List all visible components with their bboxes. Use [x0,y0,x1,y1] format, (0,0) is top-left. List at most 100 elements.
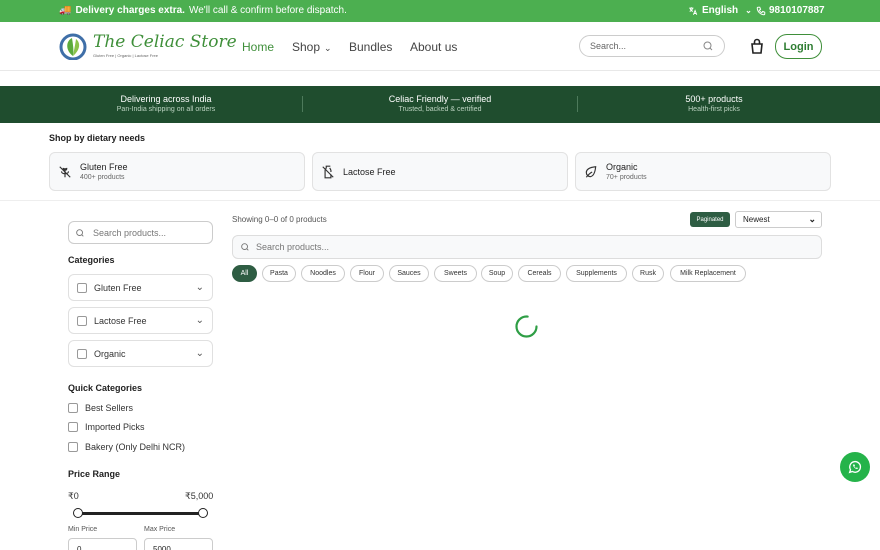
price-range-title: Price Range [68,469,121,479]
band-subtitle: Trusted, backed & certified [398,106,482,113]
language-selector[interactable]: English ⌄ [688,5,752,16]
search-icon[interactable] [702,40,714,52]
section-divider [0,200,880,201]
chevron-down-icon: ⌄ [324,43,332,53]
search-icon [76,228,84,237]
category-checkbox[interactable] [77,315,87,326]
leaf-icon [585,165,597,178]
quick-label: Best Sellers [85,403,134,413]
category-checkbox[interactable] [77,282,87,293]
milk-off-icon [322,165,334,178]
diet-name: Gluten Free [80,162,128,172]
quick-checkbox[interactable] [68,442,78,452]
shopping-bag-icon[interactable] [750,38,764,54]
nav-bundles[interactable]: Bundles [349,40,392,54]
price-max-label: ₹5,000 [185,491,214,501]
nav-shop-label: Shop [292,40,321,54]
header-search-placeholder: Search... [590,41,627,51]
max-price-label: Max Price [144,526,176,533]
delivery-notice: 🚚 Delivery charges extra. We'll call & c… [59,5,347,16]
sort-select[interactable]: Newest ⌄ [735,211,822,228]
price-slider-max-handle[interactable] [198,508,208,518]
diet-card-gluten-free[interactable]: Gluten Free 400+ products [49,152,305,191]
chip-all[interactable]: All [232,265,257,282]
chevron-down-icon: ⌄ [745,6,752,15]
min-price-label: Min Price [68,526,98,533]
announcement-bar: 🚚 Delivery charges extra. We'll call & c… [0,0,880,22]
chevron-down-icon[interactable]: ⌄ [196,315,204,326]
product-search-input[interactable]: Search products... [232,235,822,259]
search-icon [241,243,249,251]
chip-pasta[interactable]: Pasta [262,265,296,282]
diet-card-lactose-free[interactable]: Lactose Free [312,152,568,191]
band-delivery: Delivering across India Pan-India shippi… [66,94,266,113]
chip-sweets[interactable]: Sweets [434,265,477,282]
header-search-input[interactable]: Search... [579,35,725,57]
brand-name: The Celiac Store [93,32,237,52]
chip-soup[interactable]: Soup [481,265,513,282]
language-label: English [702,5,739,16]
brand-logo[interactable]: The Celiac Store Gluten Free | Organic |… [59,32,237,60]
login-button[interactable]: Login [775,34,822,59]
band-title: Celiac Friendly — verified [388,94,492,104]
category-lactose-free[interactable]: Lactose Free ⌄ [68,307,213,334]
category-gluten-free[interactable]: Gluten Free ⌄ [68,274,213,301]
phone-number: 9810107887 [769,5,825,16]
truck-icon: 🚚 [59,5,72,16]
diet-card-organic[interactable]: Organic 70+ products [575,152,831,191]
chip-rusk[interactable]: Rusk [632,265,664,282]
site-header: The Celiac Store Gluten Free | Organic |… [0,22,880,71]
chip-flour[interactable]: Flour [350,265,384,282]
category-label: Lactose Free [94,315,147,326]
category-label: Gluten Free [94,282,142,293]
translate-icon [689,6,698,15]
chip-cereals[interactable]: Cereals [518,265,561,282]
delivery-notice-text: We'll call & confirm before dispatch. [188,5,347,16]
sidebar-search-placeholder: Search products... [93,227,167,238]
paginated-toggle[interactable]: Paginated [690,212,730,227]
whatsapp-icon [848,460,862,474]
category-organic[interactable]: Organic ⌄ [68,340,213,367]
band-divider [577,96,578,112]
delivery-notice-bold: Delivery charges extra. [75,5,185,16]
band-products: 500+ products Health-first picks [614,94,814,113]
chip-supplements[interactable]: Supplements [566,265,627,282]
chevron-down-icon: ⌄ [808,214,816,224]
quick-imported-picks[interactable]: Imported Picks [68,422,145,432]
category-label: Organic [94,348,126,359]
chip-noodles[interactable]: Noodles [301,265,345,282]
category-checkbox[interactable] [77,348,87,359]
chip-sauces[interactable]: Sauces [389,265,429,282]
chip-milk-replacement[interactable]: Milk Replacement [670,265,746,282]
diet-name: Lactose Free [343,166,396,177]
quick-label: Bakery (Only Delhi NCR) [85,442,186,452]
min-price-input[interactable]: 0 [68,538,137,550]
band-subtitle: Health-first picks [688,106,740,113]
band-title: Delivering across India [120,94,212,104]
chevron-down-icon[interactable]: ⌄ [196,348,204,359]
quick-checkbox[interactable] [68,403,78,413]
loading-spinner-icon [515,315,538,338]
product-search-placeholder: Search products... [256,242,330,252]
chevron-down-icon[interactable]: ⌄ [196,282,204,293]
nav-shop[interactable]: Shop ⌄ [292,40,332,54]
quick-best-sellers[interactable]: Best Sellers [68,403,133,413]
phone-link[interactable]: 9810107887 [756,5,825,16]
max-price-input[interactable]: 5000 [144,538,213,550]
nav-about[interactable]: About us [410,40,457,54]
price-slider-track[interactable] [78,512,203,515]
price-slider-min-handle[interactable] [73,508,83,518]
band-celiac: Celiac Friendly — verified Trusted, back… [340,94,540,113]
diet-count: 70+ products [606,174,647,181]
brand-tagline: Gluten Free | Organic | Lactose Free [93,53,158,58]
sort-value: Newest [743,215,770,224]
diet-name: Organic [606,162,638,172]
quick-checkbox[interactable] [68,422,78,432]
sidebar-search-input[interactable]: Search products... [68,221,213,244]
leaf-logo-icon [59,33,87,60]
whatsapp-button[interactable] [840,452,870,482]
quick-categories-title: Quick Categories [68,383,143,393]
quick-bakery[interactable]: Bakery (Only Delhi NCR) [68,442,185,452]
nav-home[interactable]: Home [242,40,274,54]
band-title: 500+ products [685,94,743,104]
